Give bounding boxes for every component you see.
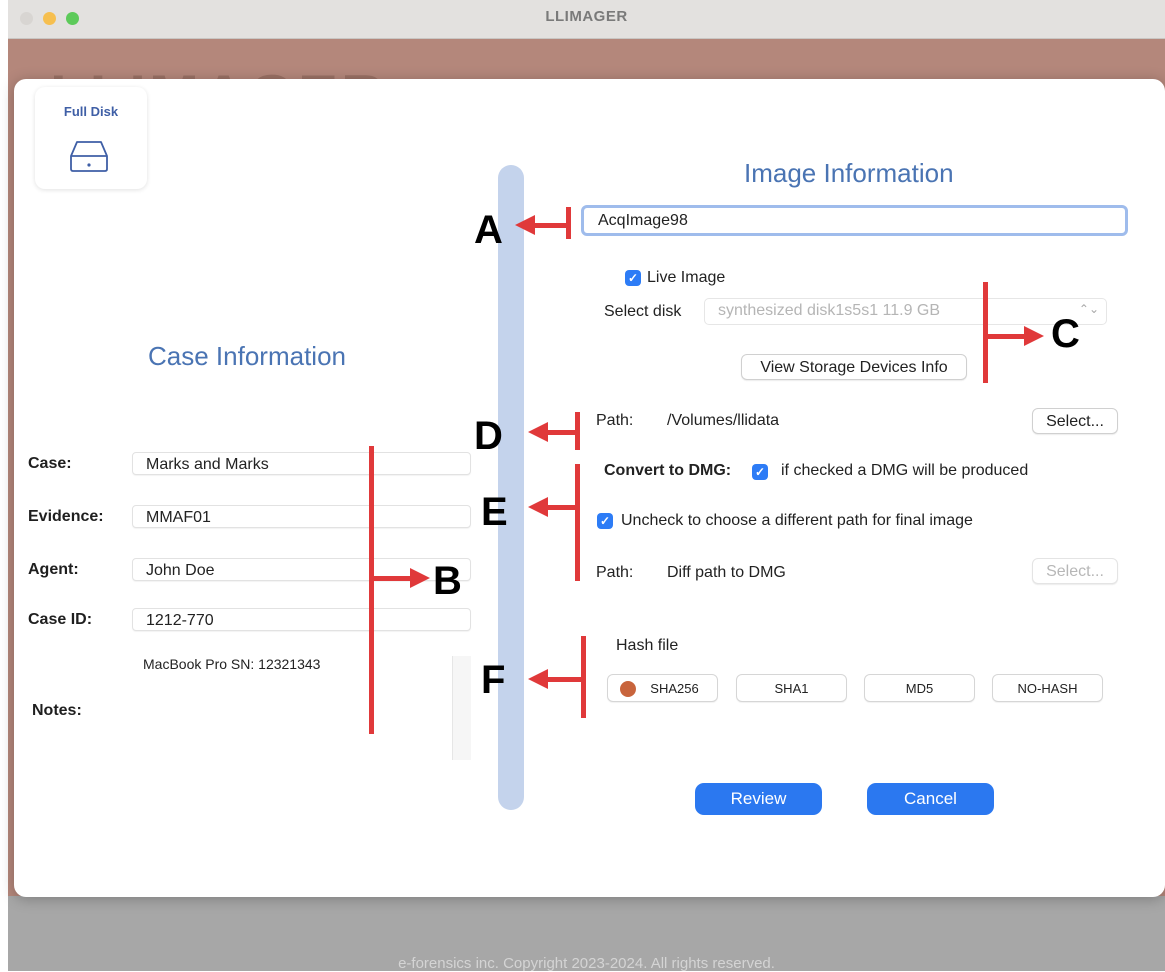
- window-title: LLIMAGER: [545, 8, 628, 25]
- annotation-arrowhead-e: [528, 497, 548, 517]
- acquisition-dialog: [14, 79, 1165, 897]
- annotation-letter-f: F: [481, 658, 506, 702]
- annotation-arrowhead-c: [1024, 326, 1044, 346]
- annotation-bracket-b: [369, 446, 374, 734]
- annotation-arrow-b: [372, 576, 412, 581]
- hash-option-sha1[interactable]: SHA1: [736, 674, 847, 702]
- evidence-field[interactable]: MMAF01: [132, 505, 471, 528]
- radio-selected-icon: [620, 681, 636, 697]
- case-id-label: Case ID:: [28, 611, 93, 628]
- annotation-bracket-c: [983, 282, 988, 383]
- annotation-arrowhead-f: [528, 669, 548, 689]
- case-label: Case:: [28, 455, 72, 472]
- annotation-bracket-a: [566, 207, 571, 239]
- cancel-button[interactable]: Cancel: [867, 783, 994, 815]
- different-path-checkbox[interactable]: ✓: [597, 513, 613, 529]
- convert-dmg-label: Convert to DMG:: [604, 462, 732, 479]
- hard-drive-icon: [70, 141, 108, 172]
- path-value: /Volumes/llidata: [667, 412, 780, 429]
- dmg-path-label: Path:: [596, 564, 634, 581]
- case-field[interactable]: Marks and Marks: [132, 452, 471, 475]
- annotation-letter-d: D: [474, 414, 503, 458]
- select-path-button[interactable]: Select...: [1032, 408, 1118, 434]
- select-dmg-path-button[interactable]: Select...: [1032, 558, 1118, 584]
- path-label: Path:: [596, 412, 634, 429]
- divider-bar: [498, 165, 524, 810]
- annotation-letter-c: C: [1051, 312, 1080, 356]
- hash-option-sha256[interactable]: SHA256: [607, 674, 718, 702]
- hash-file-label: Hash file: [616, 637, 679, 654]
- annotation-letter-b: B: [433, 559, 462, 603]
- notes-textarea[interactable]: MacBook Pro SN: 12321343: [143, 656, 320, 672]
- evidence-label: Evidence:: [28, 508, 104, 525]
- case-information-heading: Case Information: [148, 341, 346, 371]
- chevron-updown-icon: ⌃⌄: [1078, 302, 1099, 316]
- dmg-path-value: Diff path to DMG: [667, 564, 786, 581]
- convert-dmg-description: if checked a DMG will be produced: [781, 462, 1029, 479]
- view-storage-devices-button[interactable]: View Storage Devices Info: [741, 354, 967, 380]
- select-disk-value: synthesized disk1s5s1 11.9 GB: [718, 302, 941, 319]
- live-image-checkbox[interactable]: ✓: [625, 270, 641, 286]
- annotation-letter-e: E: [481, 490, 508, 534]
- copyright-footer: e-forensics inc. Copyright 2023-2024. Al…: [398, 955, 775, 972]
- full-disk-label: Full Disk: [63, 104, 119, 119]
- hash-option-label: SHA256: [650, 681, 699, 696]
- case-id-field[interactable]: 1212-770: [132, 608, 471, 631]
- hash-option-no-hash[interactable]: NO-HASH: [992, 674, 1103, 702]
- full-disk-mode-tile[interactable]: Full Disk: [35, 87, 147, 189]
- annotation-arrowhead-a: [515, 215, 535, 235]
- image-name-input[interactable]: AcqImage98: [581, 205, 1128, 236]
- annotation-arrow-f: [545, 677, 583, 682]
- hash-option-md5[interactable]: MD5: [864, 674, 975, 702]
- annotation-arrow-e: [545, 505, 577, 510]
- annotation-bracket-e: [575, 464, 580, 581]
- select-disk-label: Select disk: [604, 303, 682, 320]
- image-information-heading: Image Information: [744, 158, 954, 188]
- annotation-arrowhead-b: [410, 568, 430, 588]
- agent-label: Agent:: [28, 561, 79, 578]
- review-button[interactable]: Review: [695, 783, 822, 815]
- select-disk-dropdown[interactable]: synthesized disk1s5s1 11.9 GB ⌃⌄: [704, 298, 1107, 325]
- different-path-label: Uncheck to choose a different path for f…: [621, 512, 973, 529]
- annotation-bracket-f: [581, 636, 586, 718]
- annotation-arrow-a: [530, 223, 568, 228]
- annotation-bracket-d: [575, 412, 580, 450]
- notes-label: Notes:: [32, 702, 82, 719]
- convert-dmg-checkbox[interactable]: ✓: [752, 464, 768, 480]
- annotation-arrow-c: [986, 334, 1026, 339]
- notes-scrollbar[interactable]: [452, 656, 471, 760]
- live-image-label: Live Image: [647, 269, 726, 286]
- annotation-letter-a: A: [474, 208, 503, 252]
- title-bar: LLIMAGER: [8, 0, 1165, 39]
- annotation-arrowhead-d: [528, 422, 548, 442]
- annotation-arrow-d: [545, 430, 577, 435]
